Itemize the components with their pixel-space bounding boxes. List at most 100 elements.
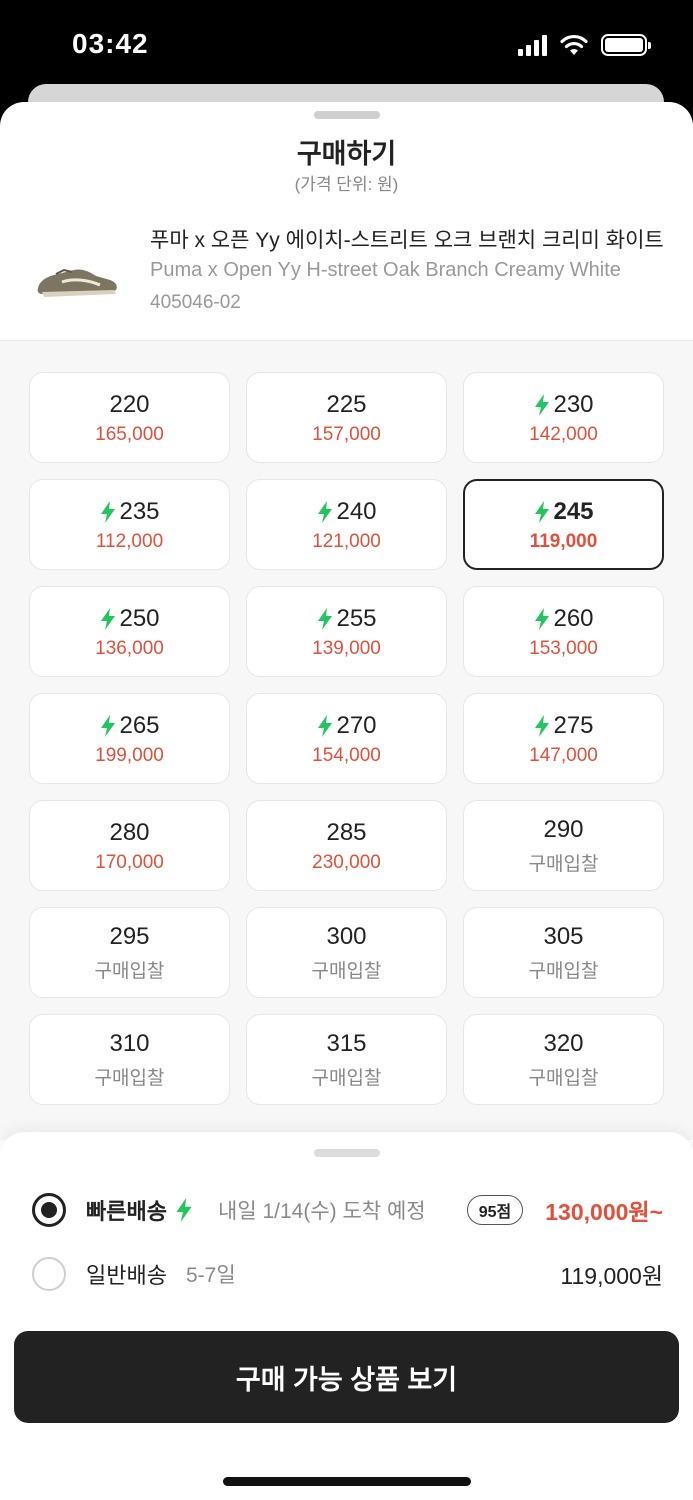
bolt-icon <box>535 393 550 416</box>
size-option-260[interactable]: 260 153,000 <box>463 586 664 677</box>
status-time: 03:42 <box>72 28 149 59</box>
bolt-icon <box>318 714 333 737</box>
fast-shipping-radio[interactable] <box>32 1193 66 1227</box>
product-info: 푸마 x 오픈 Yy 에이치-스트리트 오크 브랜치 크리미 화이트 Puma … <box>0 214 693 340</box>
bolt-icon <box>101 500 116 523</box>
size-label-row: 285 <box>326 818 366 848</box>
size-price: 230,000 <box>312 851 381 873</box>
size-value: 255 <box>336 604 377 632</box>
size-bid-label: 구매입찰 <box>94 1068 165 1089</box>
size-price: 121,000 <box>312 530 381 552</box>
product-code: 405046-02 <box>150 292 241 313</box>
size-option-255[interactable]: 255 139,000 <box>246 586 447 677</box>
size-value: 295 <box>109 923 150 950</box>
size-option-280[interactable]: 280 170,000 <box>29 800 230 891</box>
size-value: 280 <box>109 818 150 846</box>
fast-shipping-price: 130,000원~ <box>545 1199 663 1225</box>
size-price: 170,000 <box>95 851 164 873</box>
bolt-icon <box>535 500 550 523</box>
size-option-285[interactable]: 285 230,000 <box>246 800 447 891</box>
score-badge: 95점 <box>467 1195 523 1225</box>
size-option-250[interactable]: 250 136,000 <box>29 586 230 677</box>
cellular-signal-icon <box>518 34 547 56</box>
size-price: 136,000 <box>95 637 164 659</box>
size-bid-label: 구매입찰 <box>311 1068 382 1089</box>
fast-shipping-note: 내일 1/14(수) 도착 예정 <box>218 1200 426 1223</box>
size-label-row: 300 <box>326 922 366 952</box>
size-price: 153,000 <box>529 637 598 659</box>
normal-shipping-radio[interactable] <box>32 1257 66 1291</box>
product-name: 푸마 x 오픈 Yy 에이치-스트리트 오크 브랜치 크리미 화이트 <box>150 229 664 252</box>
product-english-name: Puma x Open Yy H-street Oak Branch Cream… <box>150 259 621 281</box>
size-value: 270 <box>336 711 377 739</box>
size-label-row: 295 <box>109 922 149 952</box>
size-label-row: 235 <box>99 497 160 527</box>
size-price: 154,000 <box>312 744 381 766</box>
size-option-235[interactable]: 235 112,000 <box>29 479 230 570</box>
size-label-row: 265 <box>99 711 160 741</box>
size-value: 245 <box>553 497 594 525</box>
size-label-row: 290 <box>543 815 583 845</box>
size-option-245[interactable]: 245 119,000 <box>463 479 664 570</box>
size-value: 265 <box>119 711 160 739</box>
size-option-290[interactable]: 290 구매입찰 <box>463 800 664 891</box>
sheet-grabber[interactable] <box>314 111 380 119</box>
size-value: 320 <box>543 1030 584 1057</box>
size-option-300[interactable]: 300 구매입찰 <box>246 907 447 998</box>
size-option-230[interactable]: 230 142,000 <box>463 372 664 463</box>
size-option-295[interactable]: 295 구매입찰 <box>29 907 230 998</box>
size-value: 235 <box>119 497 160 525</box>
sheet-title: 구매하기 <box>296 139 397 169</box>
size-label-row: 305 <box>543 922 583 952</box>
size-option-305[interactable]: 305 구매입찰 <box>463 907 664 998</box>
size-bid-label: 구매입찰 <box>528 854 599 875</box>
size-price: 119,000 <box>529 530 598 552</box>
battery-icon <box>601 34 651 56</box>
size-option-320[interactable]: 320 구매입찰 <box>463 1014 664 1105</box>
fast-shipping-label-text: 빠른배송 <box>86 1199 167 1224</box>
size-label-row: 260 <box>533 604 594 634</box>
size-price: 157,000 <box>312 423 381 445</box>
size-value: 300 <box>326 923 367 950</box>
size-value: 305 <box>543 923 584 950</box>
size-option-240[interactable]: 240 121,000 <box>246 479 447 570</box>
home-indicator <box>223 1477 471 1486</box>
size-option-220[interactable]: 220 165,000 <box>29 372 230 463</box>
size-option-275[interactable]: 275 147,000 <box>463 693 664 784</box>
panel-grabber[interactable] <box>314 1149 380 1157</box>
view-available-products-button[interactable]: 구매 가능 상품 보기 <box>14 1331 679 1423</box>
bolt-icon <box>535 607 550 630</box>
fast-shipping-option[interactable]: 빠른배송 내일 1/14(수) 도착 예정 95점 130,000원~ <box>0 1185 693 1235</box>
size-price: 199,000 <box>95 744 164 766</box>
size-value: 260 <box>553 604 594 632</box>
shipping-panel: 빠른배송 내일 1/14(수) 도착 예정 95점 130,000원~ 일반배송… <box>0 1132 693 1500</box>
normal-shipping-option[interactable]: 일반배송 5-7일 119,000원 <box>0 1249 693 1299</box>
size-label-row: 315 <box>326 1029 366 1059</box>
size-label-row: 250 <box>99 604 160 634</box>
size-value: 220 <box>109 390 150 418</box>
wifi-icon <box>560 34 588 55</box>
size-price: 165,000 <box>95 423 164 445</box>
size-option-270[interactable]: 270 154,000 <box>246 693 447 784</box>
size-bid-label: 구매입찰 <box>94 961 165 982</box>
size-price: 112,000 <box>95 530 164 552</box>
size-label-row: 310 <box>109 1029 149 1059</box>
sheet-subtitle: (가격 단위: 원) <box>294 175 399 194</box>
size-option-265[interactable]: 265 199,000 <box>29 693 230 784</box>
size-label-row: 225 <box>326 390 366 420</box>
size-label-row: 220 <box>109 390 149 420</box>
size-value: 225 <box>326 390 367 418</box>
normal-shipping-price: 119,000원 <box>560 1263 663 1289</box>
fast-shipping-label: 빠른배송 <box>86 1194 195 1226</box>
size-value: 310 <box>109 1030 150 1057</box>
size-grid-area: 220 165,000 225 157,000 230 142,000 235 112,000… <box>0 340 693 1140</box>
size-bid-label: 구매입찰 <box>528 1068 599 1089</box>
size-option-310[interactable]: 310 구매입찰 <box>29 1014 230 1105</box>
size-option-315[interactable]: 315 구매입찰 <box>246 1014 447 1105</box>
size-option-225[interactable]: 225 157,000 <box>246 372 447 463</box>
size-label-row: 280 <box>109 818 149 848</box>
bolt-icon <box>318 500 333 523</box>
bolt-icon <box>101 714 116 737</box>
size-label-row: 240 <box>316 497 377 527</box>
size-value: 230 <box>553 390 594 418</box>
